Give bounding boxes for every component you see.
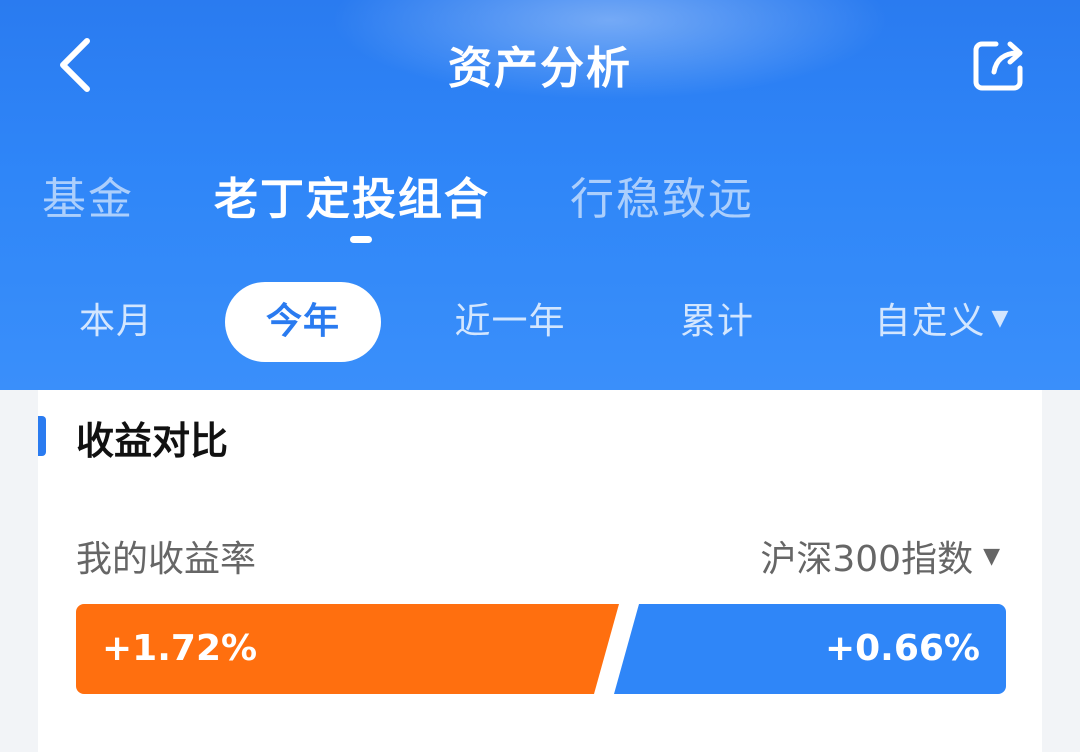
caret-down-icon: ▼ xyxy=(983,543,1000,569)
return-compare-bar: +1.72% +0.66% xyxy=(76,604,1006,694)
period-tabs: 本月 今年 近一年 累计 自定义 ▼ xyxy=(0,282,1080,362)
share-icon xyxy=(973,41,1023,91)
share-button[interactable] xyxy=(964,30,1034,100)
index-selector[interactable]: 沪深300指数 ▼ xyxy=(760,530,1000,582)
tab-xingwen-zhiyuan[interactable]: 行稳致远 xyxy=(570,163,754,227)
page-title: 资产分析 xyxy=(448,43,632,94)
active-tab-indicator xyxy=(350,236,372,243)
period-tab-this-month[interactable]: 本月 xyxy=(76,282,156,362)
app-header: 资产分析 基金 老丁定投组合 行稳致远 本月 今年 近一年 累计 自定义 ▼ xyxy=(0,0,1080,390)
index-selector-label: 沪深300指数 xyxy=(760,539,974,580)
card-title: 收益对比 xyxy=(76,419,229,463)
card-accent-bar xyxy=(38,416,46,456)
tab-fund[interactable]: 基金 xyxy=(42,163,134,227)
period-tab-custom[interactable]: 自定义 ▼ xyxy=(862,282,1022,362)
period-tab-custom-label: 自定义 xyxy=(874,301,986,342)
caret-down-icon: ▼ xyxy=(991,306,1010,331)
tab-laoding-portfolio[interactable]: 老丁定投组合 xyxy=(214,163,490,227)
return-comparison-card: 收益对比 我的收益率 沪深300指数 ▼ +1.72% +0.66% xyxy=(38,390,1042,752)
portfolio-tabs: 基金 老丁定投组合 行稳致远 xyxy=(42,165,834,225)
my-return-label: 我的收益率 xyxy=(76,539,257,580)
index-return-value: +0.66% xyxy=(824,628,980,669)
period-tab-cumulative[interactable]: 累计 xyxy=(675,282,759,362)
period-tab-last-year[interactable]: 近一年 xyxy=(446,282,574,362)
period-tab-this-year[interactable]: 今年 xyxy=(225,282,381,362)
my-return-value: +1.72% xyxy=(102,628,258,669)
